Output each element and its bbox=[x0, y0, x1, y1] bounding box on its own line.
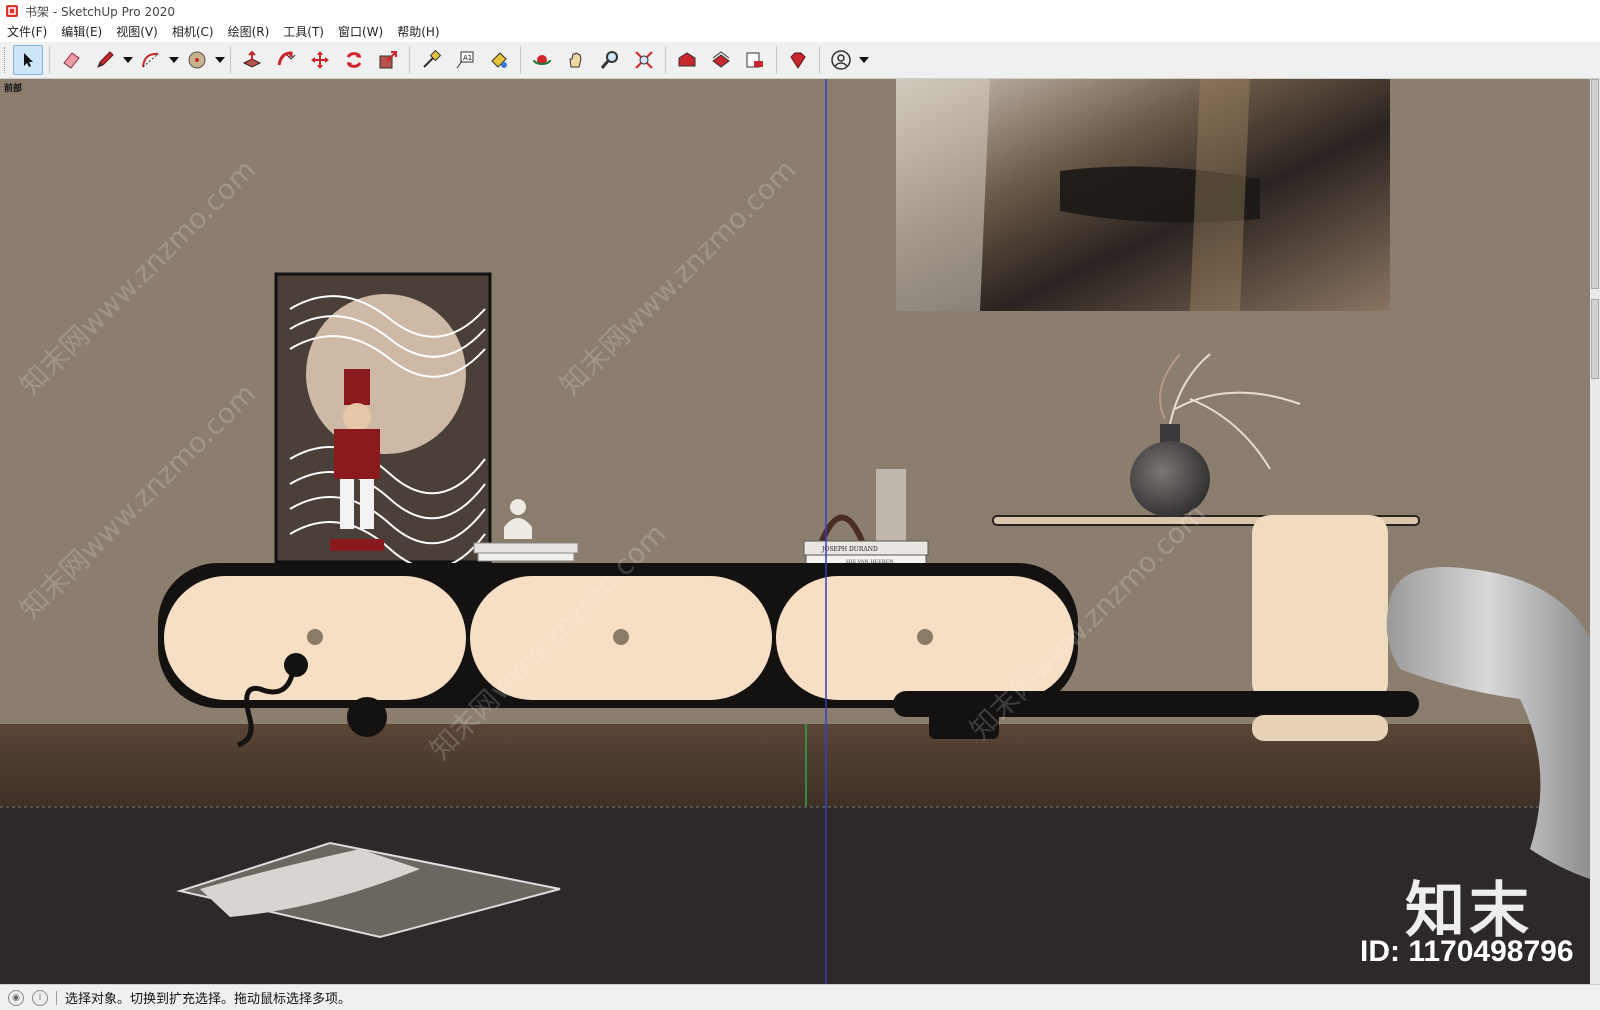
chevron-down-icon bbox=[123, 57, 133, 63]
layout-button[interactable] bbox=[740, 45, 770, 75]
paint-icon bbox=[491, 52, 507, 68]
toolbar-separator bbox=[520, 46, 521, 74]
paint-button[interactable] bbox=[484, 45, 514, 75]
menu-file[interactable]: 文件(F) bbox=[0, 22, 54, 42]
ruby-icon bbox=[790, 52, 806, 69]
window-title: 书架 - SketchUp Pro 2020 bbox=[25, 4, 175, 19]
toolbar-separator bbox=[776, 46, 777, 74]
zoom-extents-button[interactable] bbox=[629, 45, 659, 75]
move-button[interactable] bbox=[305, 45, 335, 75]
chevron-down-icon bbox=[859, 57, 869, 63]
framed-poster bbox=[274, 272, 492, 570]
shape-button[interactable] bbox=[182, 45, 212, 75]
extension-warehouse-icon bbox=[712, 51, 730, 68]
menu-bar: 文件(F) 编辑(E) 视图(V) 相机(C) 绘图(R) 工具(T) 窗口(W… bbox=[0, 22, 1600, 43]
status-separator bbox=[56, 990, 57, 1005]
drawer-knob bbox=[613, 629, 629, 645]
circle-icon bbox=[188, 51, 206, 69]
pencil-dropdown[interactable] bbox=[122, 46, 134, 74]
arc-icon bbox=[142, 52, 159, 68]
pencil-button[interactable] bbox=[90, 45, 120, 75]
tape-measure-button[interactable] bbox=[416, 45, 446, 75]
account-dropdown[interactable] bbox=[858, 46, 870, 74]
scrollbar-tab[interactable] bbox=[1591, 79, 1599, 289]
text-icon: A1 bbox=[456, 51, 474, 69]
info-icon[interactable]: i bbox=[32, 989, 48, 1006]
layout-icon bbox=[746, 52, 763, 68]
scene-canvas: JOSEPH DURAND HIS VAN HEEREN bbox=[0, 79, 1590, 984]
chevron-down-icon bbox=[215, 57, 225, 63]
zoom-extents-icon bbox=[635, 51, 653, 69]
pan-button[interactable] bbox=[561, 45, 591, 75]
eraser-icon bbox=[63, 52, 80, 69]
menu-edit[interactable]: 编辑(E) bbox=[54, 22, 109, 42]
rotate-icon bbox=[346, 52, 362, 68]
title-bar: 书架 - SketchUp Pro 2020 bbox=[0, 0, 1600, 22]
arc-dropdown[interactable] bbox=[168, 46, 180, 74]
account-button[interactable] bbox=[826, 45, 856, 75]
menu-view[interactable]: 视图(V) bbox=[109, 22, 165, 42]
eraser-button[interactable] bbox=[56, 45, 86, 75]
follow-me-button[interactable] bbox=[271, 45, 301, 75]
select-button[interactable] bbox=[13, 45, 43, 75]
arc-button[interactable] bbox=[136, 45, 166, 75]
toolbar-separator bbox=[409, 46, 410, 74]
extension-warehouse-button[interactable] bbox=[706, 45, 736, 75]
menu-camera[interactable]: 相机(C) bbox=[165, 22, 221, 42]
toolbar-separator bbox=[49, 46, 50, 74]
orbit-icon bbox=[533, 55, 551, 65]
drawing-viewport[interactable]: JOSEPH DURAND HIS VAN HEEREN 前部 知末网www.z… bbox=[0, 79, 1590, 984]
scene-tab-label[interactable]: 前部 bbox=[4, 81, 22, 94]
main-toolbar: A1 bbox=[0, 42, 1600, 79]
drawer-knob bbox=[917, 629, 933, 645]
scale-button[interactable] bbox=[373, 45, 403, 75]
abstract-painting bbox=[896, 79, 1390, 311]
tape-measure-icon bbox=[423, 49, 442, 68]
watermark-id: ID: 1170498796 bbox=[1360, 935, 1574, 968]
shape-dropdown[interactable] bbox=[214, 46, 226, 74]
toolbar-separator bbox=[819, 46, 820, 74]
ruby-console-button[interactable] bbox=[783, 45, 813, 75]
select-icon bbox=[24, 53, 33, 67]
pan-icon bbox=[569, 52, 582, 68]
scrollbar-tab[interactable] bbox=[1591, 299, 1599, 379]
menu-window[interactable]: 窗口(W) bbox=[331, 22, 390, 42]
toolbar-grip[interactable] bbox=[4, 47, 8, 73]
zoom-icon bbox=[600, 51, 618, 69]
geo-location-icon[interactable]: ◉ bbox=[8, 989, 24, 1006]
push-pull-button[interactable] bbox=[237, 45, 267, 75]
warehouse-button[interactable] bbox=[672, 45, 702, 75]
zoom-button[interactable] bbox=[595, 45, 625, 75]
sketchup-logo-icon bbox=[6, 5, 18, 17]
menu-help[interactable]: 帮助(H) bbox=[390, 22, 446, 42]
rotate-button[interactable] bbox=[339, 45, 369, 75]
menu-tools[interactable]: 工具(T) bbox=[276, 22, 331, 42]
text-button[interactable]: A1 bbox=[450, 45, 480, 75]
vertical-scrollbar[interactable] bbox=[1590, 79, 1600, 984]
scale-icon bbox=[379, 51, 397, 69]
toolbar-separator bbox=[230, 46, 231, 74]
push-pull-icon bbox=[242, 50, 262, 68]
orbit-button[interactable] bbox=[527, 45, 557, 75]
pencil-icon bbox=[97, 51, 114, 68]
status-bar: ◉ i 选择对象。切换到扩充选择。拖动鼠标选择多项。 bbox=[0, 984, 1600, 1010]
account-icon bbox=[831, 50, 851, 70]
follow-me-icon bbox=[277, 51, 296, 66]
toolbar-separator bbox=[665, 46, 666, 74]
svg-text:A1: A1 bbox=[463, 54, 472, 62]
move-icon bbox=[311, 51, 329, 69]
menu-draw[interactable]: 绘图(R) bbox=[221, 22, 277, 42]
chevron-down-icon bbox=[169, 57, 179, 63]
drawer-knob bbox=[307, 629, 323, 645]
book-title: JOSEPH DURAND bbox=[821, 546, 878, 553]
warehouse-icon bbox=[678, 52, 696, 67]
status-message: 选择对象。切换到扩充选择。拖动鼠标选择多项。 bbox=[65, 992, 352, 1007]
